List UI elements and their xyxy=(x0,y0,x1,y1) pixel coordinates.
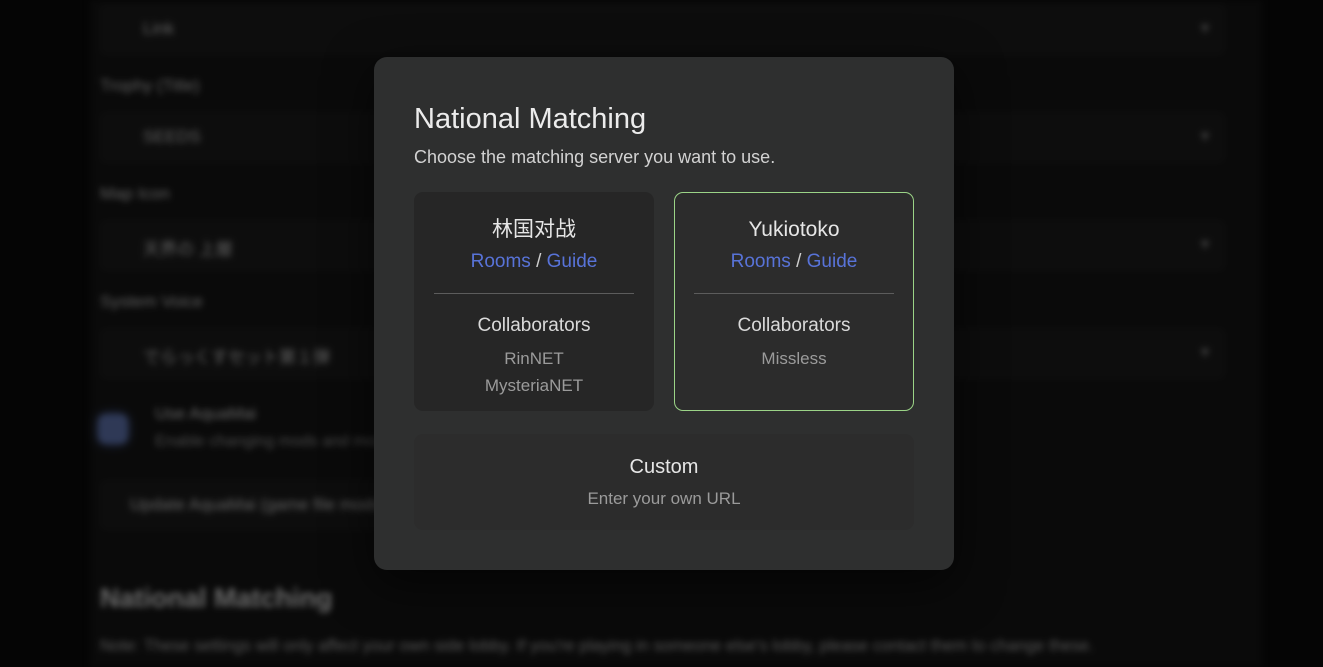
rooms-link[interactable]: Rooms xyxy=(471,251,531,272)
server-options: 林国对战 Rooms / Guide Collaborators RinNET … xyxy=(414,192,914,411)
collaborator-name: MysteriaNET xyxy=(415,372,653,399)
collaborators-list: RinNET MysteriaNET xyxy=(415,345,653,399)
collaborator-name: RinNET xyxy=(415,345,653,372)
rooms-link[interactable]: Rooms xyxy=(731,251,791,272)
card-divider xyxy=(434,293,634,294)
server-card-linguo[interactable]: 林国对战 Rooms / Guide Collaborators RinNET … xyxy=(414,192,654,411)
card-divider xyxy=(694,293,894,294)
guide-link[interactable]: Guide xyxy=(547,251,598,272)
server-card-yukiotoko[interactable]: Yukiotoko Rooms / Guide Collaborators Mi… xyxy=(674,192,914,411)
collaborators-label: Collaborators xyxy=(415,313,653,338)
guide-link[interactable]: Guide xyxy=(807,251,858,272)
server-name: 林国对战 xyxy=(415,217,653,243)
custom-card-title: Custom xyxy=(414,454,914,480)
collaborator-name: Missless xyxy=(675,345,913,372)
links-separator: / xyxy=(536,251,541,272)
links-separator: / xyxy=(796,251,801,272)
national-matching-dialog: National Matching Choose the matching se… xyxy=(374,57,954,570)
server-name: Yukiotoko xyxy=(675,217,913,243)
dialog-title: National Matching xyxy=(414,103,914,136)
collaborators-label: Collaborators xyxy=(675,313,913,338)
dialog-subtitle: Choose the matching server you want to u… xyxy=(414,147,914,168)
server-links: Rooms / Guide xyxy=(415,249,653,274)
custom-card-subtitle: Enter your own URL xyxy=(414,488,914,510)
custom-server-card[interactable]: Custom Enter your own URL xyxy=(414,434,914,530)
server-links: Rooms / Guide xyxy=(675,249,913,274)
collaborators-list: Missless xyxy=(675,345,913,372)
settings-page: Link ▾ Trophy (Title) SEEDS ▾ Map Icon 天… xyxy=(0,0,1323,667)
